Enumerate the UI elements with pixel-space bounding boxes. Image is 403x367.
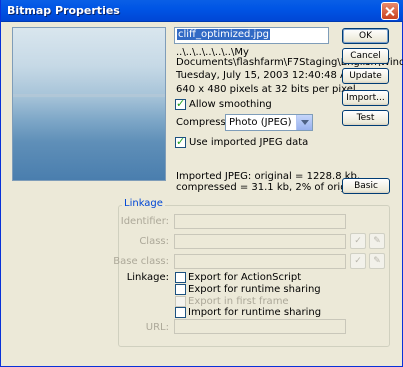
image-preview: [12, 27, 166, 181]
identifier-input[interactable]: [174, 214, 346, 229]
export-runtime-checkbox[interactable]: [175, 284, 186, 295]
url-input[interactable]: [174, 319, 346, 334]
update-button[interactable]: Update: [342, 68, 389, 84]
close-icon[interactable]: [381, 2, 399, 20]
linkage-label: Linkage:: [126, 272, 169, 283]
export-first-frame-checkbox[interactable]: [175, 296, 186, 307]
bitmap-properties-dialog: Bitmap Properties cliff_optimized.jpg ..…: [0, 0, 403, 367]
window-title: Bitmap Properties: [7, 4, 120, 17]
ok-button[interactable]: OK: [342, 28, 389, 44]
jpeg-info-line1: Imported JPEG: original = 1228.8 kb,: [176, 171, 361, 182]
export-actionscript-label: Export for ActionScript: [188, 272, 302, 283]
file-date: Tuesday, July 15, 2003 12:40:48 AM: [176, 70, 356, 81]
class-input[interactable]: [174, 234, 346, 249]
pencil-icon[interactable]: ✎: [369, 233, 385, 249]
jpeg-info-line2: compressed = 31.1 kb, 2% of original: [176, 182, 365, 193]
cancel-button[interactable]: Cancel: [342, 48, 389, 64]
file-dimensions: 640 x 480 pixels at 32 bits per pixel: [176, 84, 356, 95]
check-icon[interactable]: ✓: [350, 253, 366, 269]
preview-horizon: [13, 94, 165, 97]
check-icon[interactable]: ✓: [350, 233, 366, 249]
pencil-icon[interactable]: ✎: [369, 253, 385, 269]
use-imported-jpeg-checkbox[interactable]: [175, 135, 186, 148]
bitmap-name-text: cliff_optimized.jpg: [177, 29, 271, 40]
import-runtime-label: Import for runtime sharing: [188, 307, 322, 318]
compression-select[interactable]: Photo (JPEG): [225, 114, 313, 131]
chevron-down-icon[interactable]: [296, 115, 312, 130]
export-actionscript-checkbox[interactable]: [175, 272, 186, 283]
import-runtime-checkbox[interactable]: [175, 307, 186, 318]
url-label: URL:: [145, 322, 169, 333]
identifier-label: Identifier:: [120, 216, 169, 227]
title-bar[interactable]: Bitmap Properties: [1, 0, 403, 22]
use-imported-jpeg-label: Use imported JPEG data: [189, 137, 309, 148]
base-class-input[interactable]: [174, 254, 346, 269]
test-button[interactable]: Test: [342, 110, 389, 126]
export-runtime-label: Export for runtime sharing: [188, 284, 321, 295]
allow-smoothing-label: Allow smoothing: [189, 99, 272, 110]
basic-button[interactable]: Basic: [342, 178, 390, 194]
base-class-label: Base class:: [113, 256, 169, 267]
compression-value: Photo (JPEG): [229, 117, 292, 128]
class-label: Class:: [139, 236, 169, 247]
bitmap-name-input[interactable]: cliff_optimized.jpg: [174, 27, 329, 44]
allow-smoothing-checkbox[interactable]: [175, 97, 186, 110]
import-button[interactable]: Import...: [342, 90, 389, 106]
linkage-group-title: Linkage: [122, 198, 165, 209]
export-first-frame-label: Export in first frame: [188, 296, 289, 307]
